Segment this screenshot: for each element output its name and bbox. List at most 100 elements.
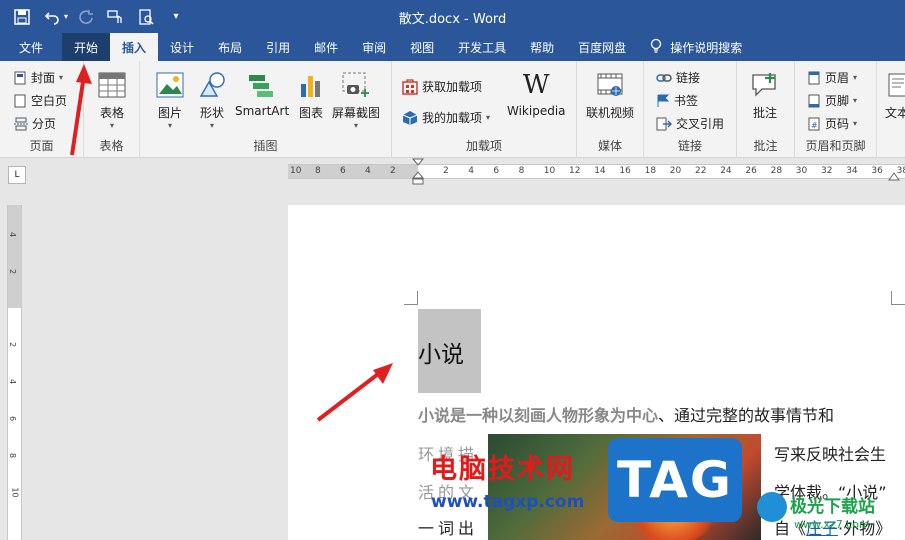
tab-design[interactable]: 设计 <box>158 33 206 61</box>
shapes-button[interactable]: 形状 ▾ <box>196 69 228 130</box>
ruler-margin-top <box>8 205 21 308</box>
table-label: 表格 <box>99 106 124 120</box>
ruler-number: 16 <box>619 166 631 176</box>
tab-home[interactable]: 开始 <box>62 33 111 61</box>
wikipedia-label: Wikipedia <box>507 104 566 118</box>
tab-layout[interactable]: 布局 <box>206 33 254 61</box>
picture-icon <box>154 69 186 101</box>
online-video-button[interactable]: 联机视频 <box>586 69 634 121</box>
footer-button[interactable]: 页脚 ▾ <box>808 92 857 109</box>
tab-references[interactable]: 引用 <box>254 33 302 61</box>
paragraph-text: 、通过完整的故事情节和 <box>658 406 835 425</box>
document-page[interactable]: 小说 小说是一种以刻画人物形象为中心、通过完整的故事情节和 环境描 写来反映社会… <box>288 205 905 540</box>
ruler-number: 2 <box>443 166 449 176</box>
footer-icon <box>808 94 820 107</box>
ruler-number: 2 <box>8 341 18 348</box>
tab-developer[interactable]: 开发工具 <box>446 33 518 61</box>
tell-me-label: 操作说明搜索 <box>670 40 743 55</box>
paragraph-line-2-right[interactable]: 写来反映社会生 <box>774 441 886 465</box>
tab-review[interactable]: 审阅 <box>350 33 398 61</box>
comment-icon <box>749 69 781 101</box>
page-number-button[interactable]: # 页码 ▾ <box>808 115 857 132</box>
ribbon-insert: 封面 ▾ 空白页 分页 页面 表格 ▾ 表格 图片 ▾ 形状 ▾ SmartAr… <box>0 61 905 158</box>
ruler-margin-left <box>288 165 418 178</box>
group-tables: 表格 ▾ 表格 <box>84 61 140 158</box>
blank-page-button[interactable]: 空白页 <box>14 92 67 109</box>
smartart-label: SmartArt <box>235 104 290 118</box>
watermark-url: www.tagxp.com <box>431 492 585 512</box>
tab-insert[interactable]: 插入 <box>110 33 159 61</box>
tab-mailings[interactable]: 邮件 <box>302 33 350 61</box>
group-tables-label: 表格 <box>99 139 124 153</box>
bookmark-button[interactable]: 书签 <box>656 92 698 109</box>
horizontal-ruler[interactable]: 1086422468101214161820222426283032343638 <box>288 158 905 185</box>
get-addins-button[interactable]: 获取加载项 <box>402 78 482 95</box>
group-comments-label: 批注 <box>753 139 778 153</box>
picture-button[interactable]: 图片 ▾ <box>154 69 186 130</box>
text-box-icon <box>887 69 905 101</box>
horizontal-ruler-area: L 10 8 6 4 2 2 4 6 8 10 12 14 16 18 20 22 24 26 28 30 32 34 36… <box>0 158 905 186</box>
ribbon-tabs: 文件 开始 插入 设计 布局 引用 邮件 审阅 视图 开发工具 帮助 百度网盘 … <box>0 33 905 61</box>
table-button[interactable]: 表格 ▾ <box>96 69 128 130</box>
ruler-number: 4 <box>468 166 474 176</box>
text-box-button[interactable]: 文本 <box>885 69 905 121</box>
new-comment-button[interactable]: 批注 <box>749 69 781 121</box>
smartart-icon <box>246 69 278 101</box>
lightbulb-icon <box>650 38 662 57</box>
ruler-number: 26 <box>745 166 757 176</box>
page-number-label: 页码 <box>825 117 850 131</box>
paragraph-line-4-left[interactable]: 一词出 <box>418 515 478 539</box>
document-heading[interactable]: 小说 <box>418 335 464 369</box>
group-comments: 批注 批注 <box>737 61 795 158</box>
cross-reference-label: 交叉引用 <box>676 117 725 131</box>
group-header-footer: 页眉 ▾ 页脚 ▾ # 页码 ▾ 页眉和页脚 <box>795 61 877 158</box>
cross-reference-button[interactable]: 交叉引用 <box>656 115 724 132</box>
page-break-button[interactable]: 分页 <box>14 115 56 132</box>
ruler-number: 6 <box>8 415 18 422</box>
ruler-number: 2 <box>8 268 18 275</box>
vertical-ruler[interactable]: 4 2 2 4 6 8 10 <box>7 205 22 540</box>
wikipedia-icon: W <box>522 70 550 100</box>
cover-page-label: 封面 <box>31 71 56 85</box>
header-button[interactable]: 页眉 ▾ <box>808 69 857 86</box>
cover-page-button[interactable]: 封面 ▾ <box>14 69 63 86</box>
page-break-label: 分页 <box>32 117 57 131</box>
ruler-number: 10 <box>543 166 556 176</box>
my-addins-button[interactable]: 我的加载项 ▾ <box>402 109 490 126</box>
ruler-number: 6 <box>493 166 500 176</box>
ruler-number: 32 <box>821 166 833 176</box>
ruler-number: 2 <box>390 166 396 176</box>
indent-marker-icon[interactable] <box>412 158 424 186</box>
tab-view[interactable]: 视图 <box>398 33 446 61</box>
wikipedia-button[interactable]: W Wikipedia <box>507 69 566 118</box>
tab-selector[interactable]: L <box>8 166 26 184</box>
picture-label: 图片 <box>157 106 182 120</box>
tab-help[interactable]: 帮助 <box>518 33 566 61</box>
ruler-number: 6 <box>340 166 346 176</box>
group-links: 链接 书签 交叉引用 链接 <box>644 61 737 158</box>
screenshot-button[interactable]: 屏幕截图 ▾ <box>332 69 380 130</box>
link-button[interactable]: 链接 <box>656 69 700 86</box>
smartart-button[interactable]: SmartArt <box>235 69 289 118</box>
tell-me-search[interactable]: 操作说明搜索 <box>638 33 754 61</box>
paragraph-line-1[interactable]: 小说是一种以刻画人物形象为中心、通过完整的故事情节和 <box>418 402 834 426</box>
paragraph-bold-text: 小说是一种以刻画人物形象为中心 <box>418 406 659 425</box>
chart-label: 图表 <box>298 106 323 120</box>
ruler-number: 12 <box>569 166 581 176</box>
chart-icon <box>295 69 327 101</box>
tab-baidu-netdisk[interactable]: 百度网盘 <box>566 33 638 61</box>
group-illustrations: 图片 ▾ 形状 ▾ SmartArt 图表 屏幕截图 ▾ 插图 <box>140 61 392 158</box>
chart-button[interactable]: 图表 <box>295 69 327 121</box>
group-addins-label: 加载项 <box>465 139 502 153</box>
ruler-number: 22 <box>695 166 707 176</box>
ruler-number: 14 <box>594 166 606 176</box>
ruler-number: 38 <box>896 166 905 176</box>
group-pages: 封面 ▾ 空白页 分页 页面 <box>0 61 84 158</box>
tab-file[interactable]: 文件 <box>0 33 62 61</box>
blank-page-icon <box>14 94 26 107</box>
ruler-number: 8 <box>518 166 525 176</box>
online-video-icon <box>594 69 626 101</box>
aurora-logo-icon <box>757 492 787 522</box>
online-video-label: 联机视频 <box>586 106 635 120</box>
ruler-number: 24 <box>720 166 732 176</box>
